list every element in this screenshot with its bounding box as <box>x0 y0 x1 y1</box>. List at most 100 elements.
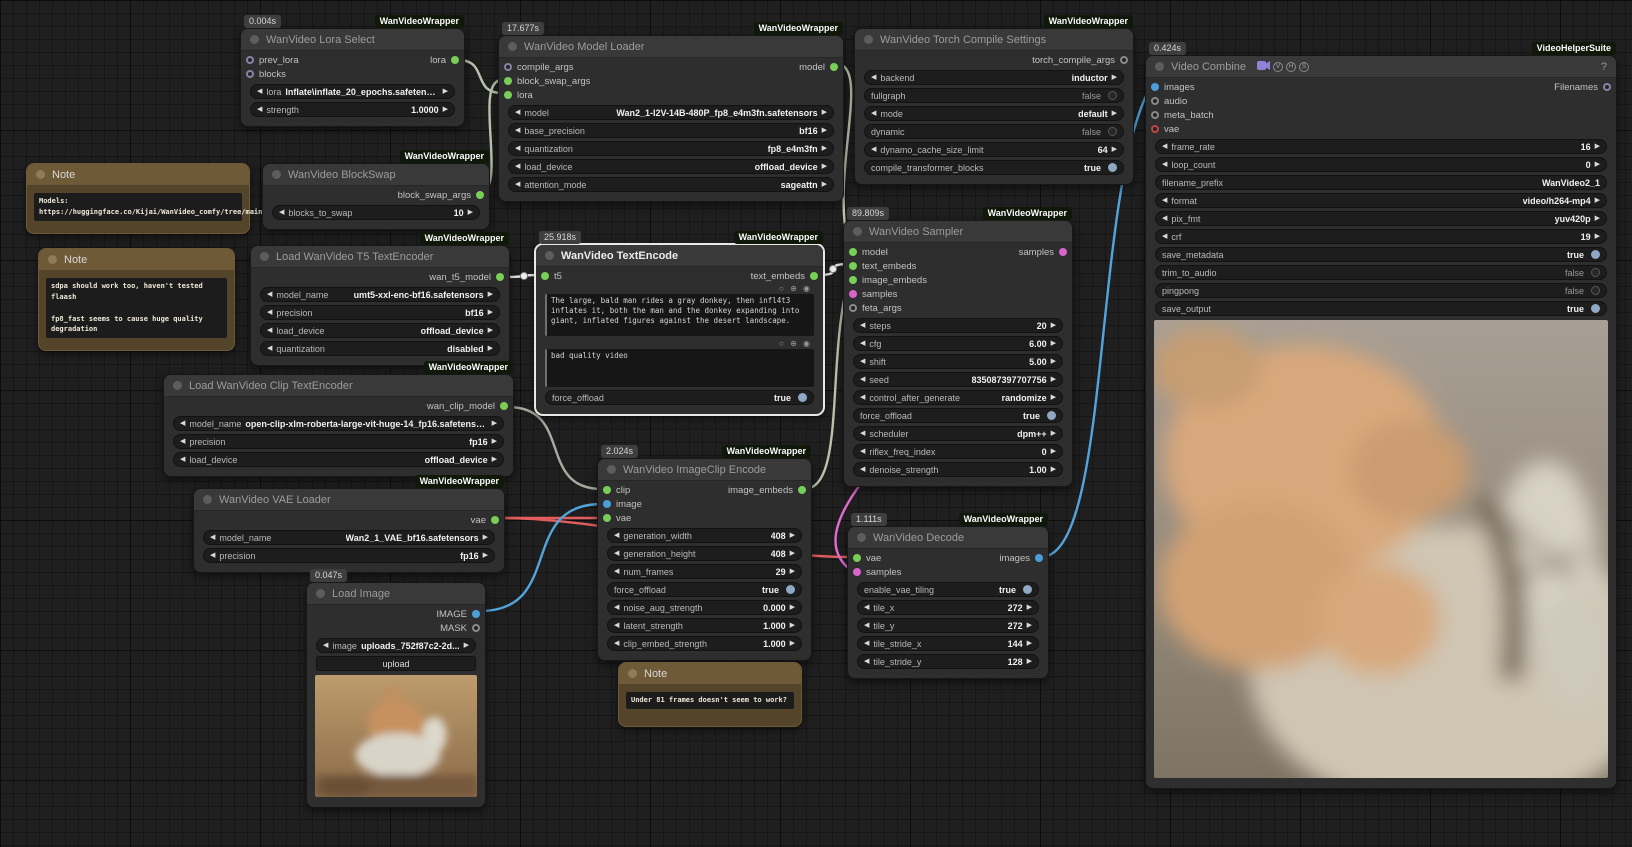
input-dot-images[interactable] <box>1151 83 1159 91</box>
node-wanvideo-decode[interactable]: 1.111sWanVideoWrapperWanVideo Decodevaei… <box>847 526 1049 679</box>
node-note-frames[interactable]: NoteUnder 81 frames doesn't seem to work… <box>618 662 802 727</box>
increment-arrow-icon[interactable]: ▶ <box>488 345 493 352</box>
widget-force_offload[interactable]: force_offloadtrue <box>545 390 814 405</box>
increment-arrow-icon[interactable]: ▶ <box>1051 466 1056 473</box>
collapse-dot-icon[interactable] <box>628 669 637 678</box>
output-dot-Filenames[interactable] <box>1603 83 1611 91</box>
increment-arrow-icon[interactable]: ▶ <box>1112 146 1117 153</box>
decrement-arrow-icon[interactable]: ◀ <box>860 322 865 329</box>
output-dot-model[interactable] <box>830 63 838 71</box>
prompt-textarea[interactable]: The large, bald man rides a gray donkey,… <box>545 294 814 336</box>
widget-format[interactable]: ◀formatvideo/h264-mp4▶ <box>1155 193 1607 208</box>
widget-steps[interactable]: ◀steps20▶ <box>853 318 1063 333</box>
decrement-arrow-icon[interactable]: ◀ <box>515 181 520 188</box>
toggle-knob-icon[interactable] <box>1023 585 1032 594</box>
increment-arrow-icon[interactable]: ▶ <box>1027 658 1032 665</box>
increment-arrow-icon[interactable]: ▶ <box>1051 394 1056 401</box>
collapse-dot-icon[interactable] <box>508 42 517 51</box>
output-dot-block_swap_args[interactable] <box>476 191 484 199</box>
increment-arrow-icon[interactable]: ▶ <box>822 181 827 188</box>
output-dot-lora[interactable] <box>451 56 459 64</box>
node-wanvideo-torch-compile-settings[interactable]: WanVideoWrapperWanVideo Torch Compile Se… <box>854 28 1134 185</box>
widget-dynamo_cache_size_limit[interactable]: ◀dynamo_cache_size_limit64▶ <box>864 142 1124 157</box>
widget-noise_aug_strength[interactable]: ◀noise_aug_strength0.000▶ <box>607 600 802 615</box>
decrement-arrow-icon[interactable]: ◀ <box>323 642 328 649</box>
note-text[interactable]: Models: https://huggingface.co/Kijai/Wan… <box>34 193 242 221</box>
widget-control_after_generate[interactable]: ◀control_after_generaterandomize▶ <box>853 390 1063 405</box>
widget-precision[interactable]: ◀precisionbf16▶ <box>260 305 500 320</box>
decrement-arrow-icon[interactable]: ◀ <box>1162 233 1167 240</box>
output-dot-text_embeds[interactable] <box>810 272 818 280</box>
help-icon[interactable]: ? <box>1601 61 1607 73</box>
node-title-bar[interactable]: WanVideo Torch Compile Settings <box>855 29 1133 51</box>
decrement-arrow-icon[interactable]: ◀ <box>860 376 865 383</box>
widget-tile_stride_y[interactable]: ◀tile_stride_y128▶ <box>857 654 1039 669</box>
input-dot-vae[interactable] <box>853 554 861 562</box>
collapse-dot-icon[interactable] <box>545 251 554 260</box>
collapse-dot-icon[interactable] <box>857 533 866 542</box>
note-text[interactable]: Under 81 frames doesn't seem to work? <box>626 692 794 709</box>
increment-arrow-icon[interactable]: ▶ <box>822 145 827 152</box>
widget-precision[interactable]: ◀precisionfp16▶ <box>203 548 495 563</box>
collapse-dot-icon[interactable] <box>607 465 616 474</box>
collapse-dot-icon[interactable] <box>48 255 57 264</box>
widget-load_device[interactable]: ◀load_deviceoffload_device▶ <box>260 323 500 338</box>
increment-arrow-icon[interactable]: ▶ <box>1595 161 1600 168</box>
widget-load_device[interactable]: ◀load_deviceoffload_device▶ <box>173 452 504 467</box>
widget-generation_height[interactable]: ◀generation_height408▶ <box>607 546 802 561</box>
decrement-arrow-icon[interactable]: ◀ <box>614 604 619 611</box>
widget-upload[interactable]: upload <box>316 656 476 671</box>
widget-save_metadata[interactable]: save_metadatatrue <box>1155 247 1607 262</box>
decrement-arrow-icon[interactable]: ◀ <box>515 145 520 152</box>
toggle-knob-icon[interactable] <box>1108 127 1117 136</box>
input-dot-vae[interactable] <box>1151 125 1159 133</box>
decrement-arrow-icon[interactable]: ◀ <box>210 534 215 541</box>
widget-image[interactable]: ◀imageuploads_752f87c2-2d...▶ <box>316 638 476 653</box>
decrement-arrow-icon[interactable]: ◀ <box>267 291 272 298</box>
increment-arrow-icon[interactable]: ▶ <box>488 309 493 316</box>
increment-arrow-icon[interactable]: ▶ <box>790 622 795 629</box>
decrement-arrow-icon[interactable]: ◀ <box>871 146 876 153</box>
node-wanvideo-lora-select[interactable]: 0.004sWanVideoWrapperWanVideo Lora Selec… <box>240 28 465 127</box>
collapse-dot-icon[interactable] <box>173 381 182 390</box>
increment-arrow-icon[interactable]: ▶ <box>1051 448 1056 455</box>
input-dot-block_swap_args[interactable] <box>504 77 512 85</box>
decrement-arrow-icon[interactable]: ◀ <box>515 163 520 170</box>
widget-precision[interactable]: ◀precisionfp16▶ <box>173 434 504 449</box>
increment-arrow-icon[interactable]: ▶ <box>464 642 469 649</box>
increment-arrow-icon[interactable]: ▶ <box>790 604 795 611</box>
input-dot-samples[interactable] <box>849 290 857 298</box>
increment-arrow-icon[interactable]: ▶ <box>790 568 795 575</box>
widget-enable_vae_tiling[interactable]: enable_vae_tilingtrue <box>857 582 1039 597</box>
widget-force_offload[interactable]: force_offloadtrue <box>853 408 1063 423</box>
node-title-bar[interactable]: WanVideo TextEncode <box>536 245 823 267</box>
node-title-bar[interactable]: WanVideo Decode <box>848 527 1048 549</box>
widget-num_frames[interactable]: ◀num_frames29▶ <box>607 564 802 579</box>
increment-arrow-icon[interactable]: ▶ <box>468 209 473 216</box>
increment-arrow-icon[interactable]: ▶ <box>1051 376 1056 383</box>
output-dot-image_embeds[interactable] <box>798 486 806 494</box>
toggle-knob-icon[interactable] <box>1047 411 1056 420</box>
decrement-arrow-icon[interactable]: ◀ <box>515 109 520 116</box>
node-title-bar[interactable]: Note <box>39 249 234 270</box>
toggle-knob-icon[interactable] <box>1108 91 1117 100</box>
widget-attention_mode[interactable]: ◀attention_modesageattn▶ <box>508 177 834 192</box>
node-title-bar[interactable]: Load WanVideo T5 TextEncoder <box>251 246 509 268</box>
node-wanvideo-vae-loader[interactable]: WanVideoWrapperWanVideo VAE Loadervae◀mo… <box>193 488 505 573</box>
increment-arrow-icon[interactable]: ▶ <box>1112 74 1117 81</box>
input-dot-text_embeds[interactable] <box>849 262 857 270</box>
widget-shift[interactable]: ◀shift5.00▶ <box>853 354 1063 369</box>
node-title-bar[interactable]: WanVideo Sampler <box>844 221 1072 243</box>
increment-arrow-icon[interactable]: ▶ <box>1595 197 1600 204</box>
decrement-arrow-icon[interactable]: ◀ <box>614 622 619 629</box>
input-dot-compile_args[interactable] <box>504 63 512 71</box>
node-load-wanvideo-t5-textencoder[interactable]: WanVideoWrapperLoad WanVideo T5 TextEnco… <box>250 245 510 366</box>
node-video-combine[interactable]: 0.424sVideoHelperSuiteVideo CombineVHS?i… <box>1145 55 1617 789</box>
node-wanvideo-imageclip-encode[interactable]: 2.024sWanVideoWrapperWanVideo ImageClip … <box>597 458 812 661</box>
node-load-wanvideo-clip-textencoder[interactable]: WanVideoWrapperLoad WanVideo Clip TextEn… <box>163 374 514 477</box>
widget-model_name[interactable]: ◀model_nameumt5-xxl-enc-bf16.safetensors… <box>260 287 500 302</box>
node-title-bar[interactable]: Load WanVideo Clip TextEncoder <box>164 375 513 397</box>
increment-arrow-icon[interactable]: ▶ <box>1112 110 1117 117</box>
decrement-arrow-icon[interactable]: ◀ <box>614 550 619 557</box>
increment-arrow-icon[interactable]: ▶ <box>483 552 488 559</box>
